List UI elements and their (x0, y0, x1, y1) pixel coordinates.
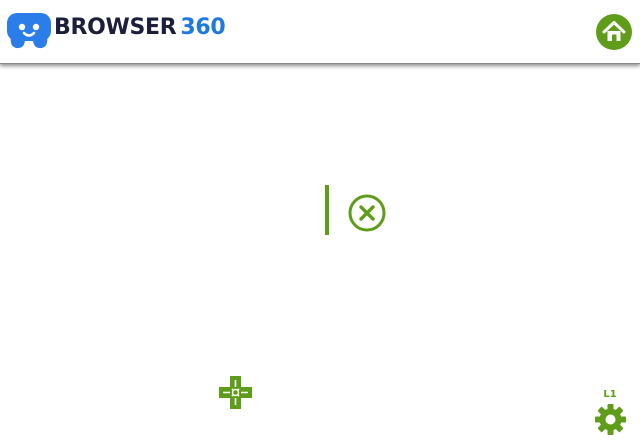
text-cursor (325, 185, 329, 235)
app-title-word: BROWSER (54, 15, 177, 40)
top-bar: BROWSER 360 (0, 0, 640, 64)
settings-button[interactable] (594, 403, 627, 436)
dpad-icon (219, 376, 252, 409)
close-circle-icon (348, 194, 386, 232)
app-title-number: 360 (180, 15, 226, 40)
gear-icon (595, 404, 626, 435)
gamepad-face-icon (7, 13, 51, 49)
l1-shoulder-label: L1 (603, 389, 617, 400)
app-title: BROWSER 360 (54, 14, 226, 42)
home-button[interactable] (595, 13, 633, 51)
close-button[interactable] (347, 193, 387, 233)
